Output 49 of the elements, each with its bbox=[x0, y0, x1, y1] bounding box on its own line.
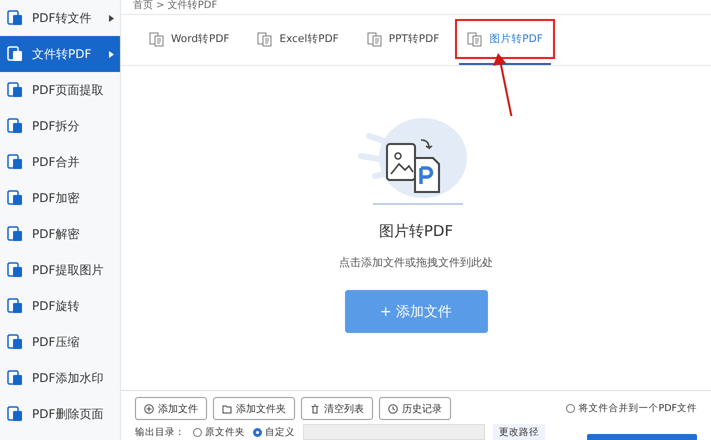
sidebar-item[interactable]: PDF提取图片 bbox=[0, 252, 120, 288]
sidebar-item[interactable]: PDF解密 bbox=[0, 216, 120, 252]
sidebar-item[interactable]: PDF加密 bbox=[0, 180, 120, 216]
document-icon bbox=[6, 9, 24, 27]
document-icon bbox=[6, 189, 24, 207]
clock-icon bbox=[388, 404, 398, 414]
document-icon bbox=[6, 369, 24, 387]
sidebar-item[interactable]: PDF合并 bbox=[0, 144, 120, 180]
document-icon bbox=[366, 31, 383, 47]
document-icon bbox=[6, 261, 24, 279]
document-icon bbox=[467, 31, 484, 47]
document-icon bbox=[6, 153, 24, 171]
sidebar-item[interactable]: PDF页面提取 bbox=[0, 72, 120, 108]
plus-circle-icon bbox=[144, 404, 154, 414]
document-icon bbox=[6, 45, 24, 63]
toolbar-button[interactable]: 添加文件 bbox=[135, 397, 207, 420]
sidebar-item[interactable]: PDF转文件 bbox=[0, 0, 120, 36]
drop-zone-title: 图片转PDF bbox=[378, 222, 454, 241]
document-icon bbox=[149, 31, 165, 47]
sidebar-item[interactable]: PDF拆分 bbox=[0, 108, 120, 144]
sidebar-item[interactable]: PDF删除页面 bbox=[0, 396, 120, 432]
merge-option[interactable]: 将文件合并到一个PDF文件 bbox=[566, 402, 697, 415]
folder-icon bbox=[222, 404, 232, 414]
toolbar-button[interactable]: 清空列表 bbox=[301, 397, 373, 420]
document-icon bbox=[6, 297, 24, 315]
tab[interactable]: PPT转PDF bbox=[358, 15, 448, 65]
toolbar-button[interactable]: 历史记录 bbox=[379, 397, 451, 420]
drop-zone-hint: 点击添加文件或拖拽文件到此处 bbox=[339, 255, 493, 270]
change-path-button[interactable]: 更改路径 bbox=[493, 424, 545, 440]
output-option[interactable]: 原文件夹 bbox=[193, 426, 245, 438]
tab[interactable]: Excel转PDF bbox=[249, 15, 347, 65]
output-option[interactable]: 自定义 bbox=[253, 426, 295, 438]
output-label: 输出目录： bbox=[135, 426, 185, 438]
document-icon bbox=[6, 117, 24, 135]
tab[interactable]: 图片转PDF bbox=[459, 15, 551, 65]
trash-icon bbox=[310, 404, 320, 414]
path-field[interactable] bbox=[303, 424, 485, 440]
start-button[interactable] bbox=[587, 434, 697, 440]
sidebar-item[interactable]: PDF添加水印 bbox=[0, 360, 120, 396]
document-icon bbox=[6, 405, 24, 423]
document-icon bbox=[6, 333, 24, 351]
sidebar-item[interactable]: PDF旋转 bbox=[0, 288, 120, 324]
document-icon bbox=[6, 225, 24, 243]
document-icon bbox=[257, 31, 274, 47]
sidebar-item[interactable]: 文件转PDF bbox=[0, 36, 120, 72]
tab[interactable]: Word转PDF bbox=[141, 15, 238, 65]
toolbar-button[interactable]: 添加文件夹 bbox=[213, 397, 295, 420]
sidebar-item[interactable]: PDF压缩 bbox=[0, 324, 120, 360]
document-icon bbox=[6, 81, 24, 99]
